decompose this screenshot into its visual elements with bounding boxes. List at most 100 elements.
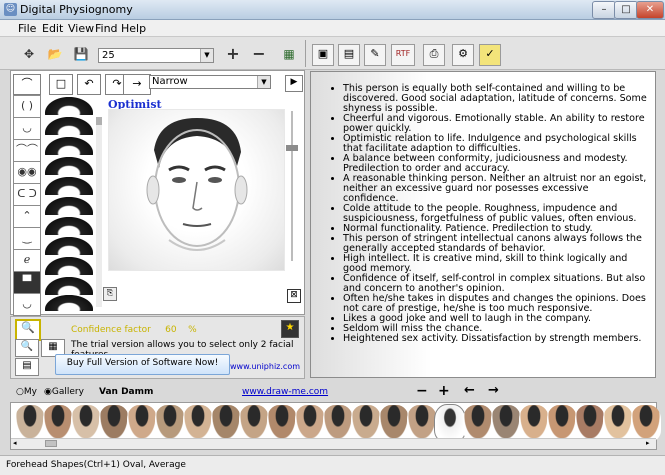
zoom-in-icon[interactable]: + [224, 45, 242, 63]
style-value: Narrow [152, 76, 188, 87]
gallery-thumbnail[interactable] [491, 405, 521, 441]
clear-icon[interactable]: ⊠ [287, 289, 301, 303]
search-face-icon[interactable]: 🔍 [15, 319, 41, 341]
hair-scrollbar[interactable] [96, 117, 102, 307]
scroll-left-icon[interactable]: ◂ [13, 440, 21, 447]
note-icon[interactable]: ✓ [479, 44, 501, 66]
menu-help[interactable]: Help [121, 22, 146, 35]
settings-icon[interactable]: ⚙ [452, 44, 474, 66]
move-icon[interactable]: ✥ [20, 45, 38, 63]
eyebrow-icon[interactable]: ⌒⌒ [13, 139, 41, 162]
prev-arrow-icon[interactable]: ← [464, 383, 475, 398]
zoom-face-icon[interactable]: 🔍 [15, 339, 39, 357]
hair-thumb[interactable] [45, 157, 93, 175]
document-icon[interactable]: ▤ [338, 44, 360, 66]
radio-gallery[interactable]: ◉ Gallery [44, 387, 84, 397]
gallery-thumbnail[interactable] [267, 405, 297, 441]
gallery-thumbnail[interactable] [351, 405, 381, 441]
hair-thumb[interactable] [45, 117, 93, 135]
horizontal-scrollbar[interactable]: ◂ ▸ [11, 438, 656, 449]
menu-view[interactable]: View [68, 22, 94, 35]
gallery-thumbnail[interactable] [463, 405, 493, 441]
square-tool-button[interactable]: □ [49, 74, 73, 95]
add-icon[interactable]: + [438, 383, 450, 399]
print-icon[interactable]: ⎙ [423, 44, 445, 66]
save-icon[interactable]: 💾 [72, 45, 90, 63]
style-select[interactable]: Narrow ▼ [149, 75, 271, 89]
gallery-thumbnail[interactable] [603, 405, 633, 441]
buy-full-version-button[interactable]: Buy Full Version of Software Now! [55, 354, 230, 375]
remove-icon[interactable]: − [416, 383, 428, 399]
scroll-right-icon[interactable]: ▸ [646, 440, 654, 447]
menu-find[interactable]: Find [95, 22, 118, 35]
gallery-thumbnail[interactable] [15, 405, 45, 441]
ear-icon[interactable]: ᑕ ᑐ [13, 183, 41, 206]
undo-button[interactable]: ↶ [77, 74, 101, 95]
confidence-value: 60 [165, 325, 177, 335]
play-button[interactable]: ▶ [285, 75, 303, 92]
analysis-item: A balance between conformity, judiciousn… [343, 154, 647, 174]
menu-edit[interactable]: Edit [42, 22, 63, 35]
gallery-thumbnail[interactable] [71, 405, 101, 441]
chin-icon[interactable]: ◡ [13, 293, 41, 316]
gallery-thumbnail[interactable] [575, 405, 605, 441]
report-icon[interactable]: ▣ [312, 44, 334, 66]
face-shape-icon[interactable]: ( ) [13, 95, 41, 118]
forehead-icon[interactable]: ◡ [13, 117, 41, 140]
gallery-thumbnail[interactable] [295, 405, 325, 441]
hair-thumb[interactable] [45, 217, 93, 235]
reset-icon[interactable]: ⎘ [103, 287, 117, 301]
hair-thumb[interactable] [45, 257, 93, 275]
uniphiz-link[interactable]: www.uniphiz.com [230, 362, 300, 371]
scroll-thumb[interactable] [45, 440, 57, 447]
analysis-item: Colde attitude to the people. Roughness,… [343, 204, 647, 224]
eye-icon[interactable]: ◉◉ [13, 161, 41, 184]
hair-thumb[interactable] [45, 137, 93, 155]
gallery-thumbnail[interactable] [379, 405, 409, 441]
menu-file[interactable]: File [18, 22, 36, 35]
zoom-select[interactable]: 25 ▼ [98, 48, 214, 63]
vertical-slider[interactable] [286, 111, 298, 261]
open-icon[interactable]: 📂 [46, 45, 64, 63]
export-icon[interactable]: ▦ [280, 45, 298, 63]
window-title: Digital Physiognomy [20, 3, 133, 16]
mouth-icon[interactable]: ‿ [13, 227, 41, 250]
forward-button[interactable]: → [123, 74, 151, 95]
hair-thumb[interactable] [45, 177, 93, 195]
hair-thumb[interactable] [45, 295, 93, 311]
hair-thumb[interactable] [45, 237, 93, 255]
nose-icon[interactable]: ⌃ [13, 205, 41, 228]
gallery-thumbnail[interactable] [631, 405, 661, 441]
minimize-button[interactable]: – [592, 1, 616, 19]
slider-thumb[interactable] [286, 145, 298, 151]
gallery-thumbnail[interactable] [155, 405, 185, 441]
hair-thumb[interactable] [45, 277, 93, 295]
hair-thumb[interactable] [45, 97, 93, 115]
gallery-thumbnail[interactable] [323, 405, 353, 441]
close-button[interactable]: ✕ [636, 1, 664, 19]
hair-thumb[interactable] [45, 197, 93, 215]
gallery-thumbnail[interactable] [99, 405, 129, 441]
gallery-thumbnail[interactable] [547, 405, 577, 441]
next-arrow-icon[interactable]: → [488, 383, 499, 398]
cheek-icon[interactable]: ℯ [13, 249, 41, 272]
rtf-icon[interactable]: RTF [391, 44, 415, 66]
gallery-thumbnail[interactable] [407, 405, 437, 441]
draw-me-link[interactable]: www.draw-me.com [242, 387, 328, 397]
gallery-thumbnail[interactable] [211, 405, 241, 441]
gallery-thumbnail[interactable] [127, 405, 157, 441]
gallery-thumbnail[interactable] [519, 405, 549, 441]
star-icon[interactable]: ★ [281, 320, 299, 338]
hair-icon[interactable]: ▀ [13, 271, 41, 294]
radio-my[interactable]: ○ My [16, 387, 37, 397]
gallery-thumbnail[interactable] [239, 405, 269, 441]
gallery-thumbnail[interactable] [43, 405, 73, 441]
zoom-out-icon[interactable]: − [250, 45, 268, 63]
gallery-thumbnail[interactable] [434, 404, 466, 442]
list-view-icon[interactable]: ▤ [15, 358, 39, 376]
mustache-shape-button[interactable]: ⌒ [13, 74, 41, 95]
edit-icon[interactable]: ✎ [364, 44, 386, 66]
confidence-unit: % [188, 325, 197, 335]
maximize-button[interactable]: □ [614, 1, 638, 19]
gallery-thumbnail[interactable] [183, 405, 213, 441]
